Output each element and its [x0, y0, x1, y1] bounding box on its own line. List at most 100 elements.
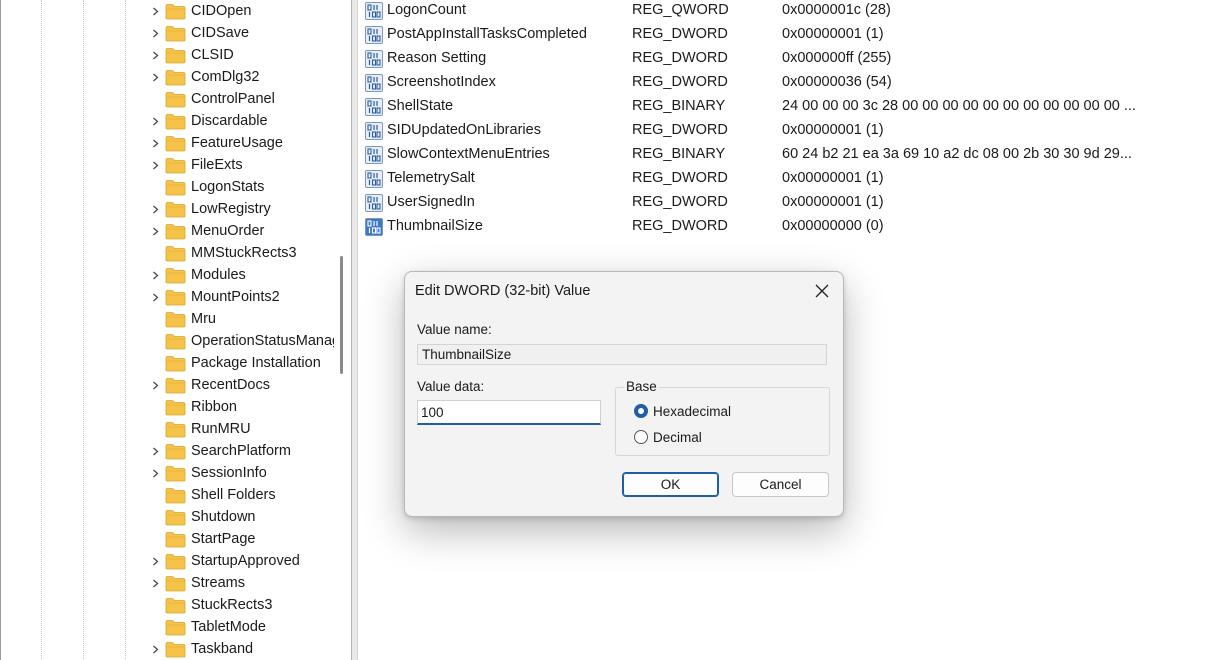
tree-item[interactable]: Shutdown [1, 507, 334, 529]
tree-item[interactable]: FileExts [1, 155, 334, 177]
value-name-field: ThumbnailSize [417, 344, 827, 365]
chevron-right-icon[interactable] [151, 579, 160, 588]
tree-item[interactable]: RecentDocs [1, 375, 334, 397]
folder-icon [165, 355, 186, 372]
tree-item[interactable]: OperationStatusManager [1, 331, 334, 353]
tree-item[interactable]: Streams [1, 573, 334, 595]
value-name: SIDUpdatedOnLibraries [387, 122, 541, 138]
tree-item[interactable]: Package Installation [1, 353, 334, 375]
chevron-right-icon[interactable] [151, 73, 160, 82]
radio-selected-indicator[interactable] [634, 404, 648, 418]
tree-item[interactable]: SessionInfo [1, 463, 334, 485]
cancel-button[interactable]: Cancel [732, 472, 829, 497]
chevron-right-icon[interactable] [151, 271, 160, 280]
folder-icon [165, 179, 186, 196]
decimal-radio[interactable]: Decimal [634, 427, 702, 447]
chevron-right-icon[interactable] [151, 381, 160, 390]
value-row[interactable]: UserSignedIn REG_DWORD 0x00000001 (1) [358, 192, 1212, 216]
edit-dword-dialog: Edit DWORD (32-bit) Value Value name: Th… [404, 271, 844, 517]
chevron-right-icon[interactable] [151, 161, 160, 170]
value-data: 0x00000001 (1) [782, 194, 884, 210]
tree-item[interactable]: StuckRects3 [1, 595, 334, 617]
tree-item[interactable]: Modules [1, 265, 334, 287]
tree-item[interactable]: Mru [1, 309, 334, 331]
tree-item[interactable]: StartupApproved [1, 551, 334, 573]
value-type: REG_DWORD [632, 74, 728, 90]
chevron-right-icon[interactable] [151, 645, 160, 654]
tree-item[interactable]: Ribbon [1, 397, 334, 419]
tree-item-label: CLSID [191, 47, 234, 63]
chevron-right-icon[interactable] [151, 469, 160, 478]
value-name: TelemetrySalt [387, 170, 475, 186]
tree-item[interactable]: TabletMode [1, 617, 334, 639]
tree-item[interactable]: CLSID [1, 45, 334, 67]
chevron-right-icon[interactable] [151, 205, 160, 214]
value-row[interactable]: LogonCount REG_QWORD 0x0000001c (28) [358, 0, 1212, 24]
value-type: REG_BINARY [632, 98, 726, 114]
folder-icon [165, 465, 186, 482]
tree-item[interactable]: CIDSave [1, 23, 334, 45]
folder-icon [165, 267, 186, 284]
tree-item[interactable]: LogonStats [1, 177, 334, 199]
folder-icon [165, 201, 186, 218]
chevron-right-icon[interactable] [151, 227, 160, 236]
value-type: REG_DWORD [632, 122, 728, 138]
chevron-right-icon[interactable] [151, 293, 160, 302]
tree-item[interactable]: SearchPlatform [1, 441, 334, 463]
tree-item[interactable]: Shell Folders [1, 485, 334, 507]
folder-icon [165, 531, 186, 548]
value-type: REG_DWORD [632, 50, 728, 66]
folder-icon [165, 311, 186, 328]
value-data-input[interactable] [417, 400, 601, 425]
ok-button[interactable]: OK [622, 472, 719, 497]
tree-item[interactable]: LowRegistry [1, 199, 334, 221]
tree-scrollbar-thumb[interactable] [340, 256, 343, 374]
value-row[interactable]: ScreenshotIndex REG_DWORD 0x00000036 (54) [358, 72, 1212, 96]
folder-icon [165, 91, 186, 108]
chevron-right-icon[interactable] [151, 447, 160, 456]
tree-item-label: TabletMode [191, 619, 266, 635]
chevron-right-icon[interactable] [151, 139, 160, 148]
value-row[interactable]: SlowContextMenuEntries REG_BINARY 60 24 b2… [358, 144, 1212, 168]
value-row[interactable]: Reason Setting REG_DWORD 0x000000ff (255) [358, 48, 1212, 72]
chevron-right-icon[interactable] [151, 29, 160, 38]
tree-item[interactable]: ComDlg32 [1, 67, 334, 89]
tree-item[interactable]: StartPage [1, 529, 334, 551]
tree-item-label: Streams [191, 575, 245, 591]
close-icon[interactable] [807, 278, 837, 304]
tree-item-label: MenuOrder [191, 223, 265, 239]
binary-value-icon [364, 145, 384, 165]
value-row[interactable]: ShellState REG_BINARY 24 00 00 00 3c 28 00… [358, 96, 1212, 120]
folder-icon [165, 25, 186, 42]
tree-item[interactable]: Discardable [1, 111, 334, 133]
value-data: 0x0000001c (28) [782, 2, 891, 18]
tree-item[interactable]: RunMRU [1, 419, 334, 441]
chevron-right-icon[interactable] [151, 7, 160, 16]
tree-item-label: FileExts [191, 157, 243, 173]
chevron-right-icon[interactable] [151, 557, 160, 566]
tree-item-label: Shell Folders [191, 487, 276, 503]
chevron-right-icon[interactable] [151, 51, 160, 60]
tree-item[interactable]: FeatureUsage [1, 133, 334, 155]
pane-splitter[interactable] [351, 0, 358, 660]
folder-icon [165, 487, 186, 504]
tree-item[interactable]: Taskband [1, 639, 334, 660]
folder-icon [165, 421, 186, 438]
tree-item[interactable]: CIDOpen [1, 1, 334, 23]
value-row[interactable]: SIDUpdatedOnLibraries REG_DWORD 0x00000001… [358, 120, 1212, 144]
value-name: Reason Setting [387, 50, 487, 66]
tree-item[interactable]: MenuOrder [1, 221, 334, 243]
folder-icon [165, 223, 186, 240]
value-row[interactable]: PostAppInstallTasksCompleted REG_DWORD 0x0… [358, 24, 1212, 48]
value-row[interactable]: TelemetrySalt REG_DWORD 0x00000001 (1) [358, 168, 1212, 192]
dialog-title: Edit DWORD (32-bit) Value [415, 283, 591, 299]
hexadecimal-radio[interactable]: Hexadecimal [634, 401, 731, 421]
tree-item[interactable]: MountPoints2 [1, 287, 334, 309]
radio-unselected-indicator[interactable] [634, 430, 648, 444]
value-row[interactable]: ThumbnailSize REG_DWORD 0x00000000 (0) [358, 216, 1212, 240]
folder-icon [165, 157, 186, 174]
registry-key-tree[interactable]: CIDOpen CIDSave CLSID ComDlg32 ControlPanel D… [0, 0, 334, 660]
tree-item[interactable]: MMStuckRects3 [1, 243, 334, 265]
chevron-right-icon[interactable] [151, 117, 160, 126]
tree-item[interactable]: ControlPanel [1, 89, 334, 111]
